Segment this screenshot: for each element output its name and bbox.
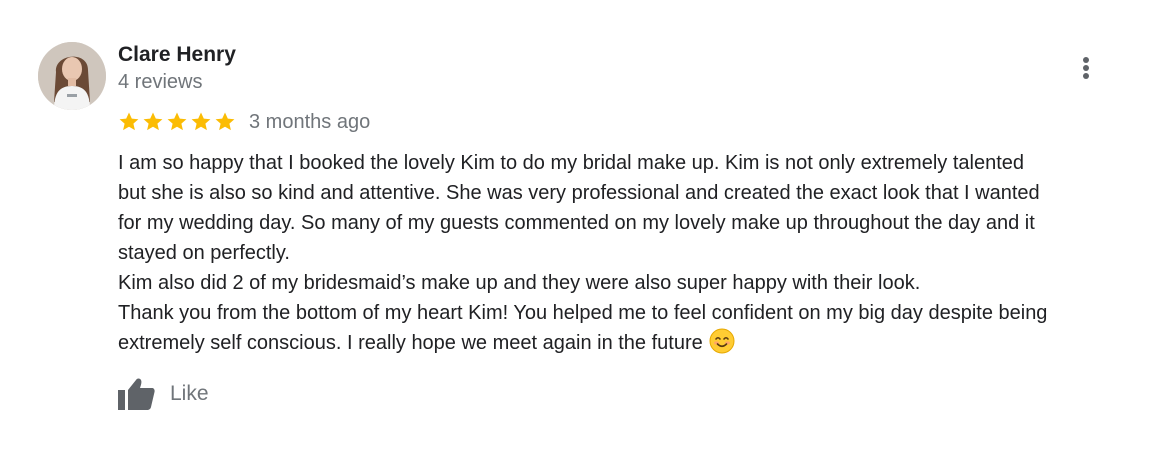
more-vertical-icon [1083,57,1089,63]
review-text-line: I am so happy that I booked the lovely K… [118,152,1025,174]
star-icon [141,110,165,134]
more-vertical-icon-dot [1083,65,1089,71]
review-text-line: Thank you from the bottom of my heart Ki… [118,302,1048,324]
review-text-last-line: extremely self conscious. I really hope … [118,328,1148,358]
star-icon [213,110,237,134]
like-label: Like [170,382,209,405]
star-rating [117,110,237,134]
smiling-face-emoji [709,328,735,354]
star-icon [165,110,189,134]
more-options-button[interactable] [1068,50,1104,86]
review-text-line: stayed on perfectly. [118,242,290,264]
review-card: Clare Henry 4 reviews 3 months ago I am … [0,0,1166,452]
author-review-count[interactable]: 4 reviews [118,70,202,94]
review-text: I am so happy that I booked the lovely K… [118,148,1148,358]
review-text-line: for my wedding day. So many of my guests… [118,212,1035,234]
review-date: 3 months ago [249,111,371,133]
review-text-line: Kim also did 2 of my bridesmaid’s make u… [118,272,921,294]
thumbs-up-icon [116,376,156,412]
rating-row: 3 months ago [117,108,370,136]
author-name[interactable]: Clare Henry [118,42,236,68]
star-icon [117,110,141,134]
avatar[interactable] [38,42,106,110]
like-button[interactable]: Like [116,374,209,414]
star-icon [189,110,213,134]
more-vertical-icon-dot [1083,73,1089,79]
review-text-line: but she is also so kind and attentive. S… [118,182,1040,204]
review-text-line: extremely self conscious. I really hope … [118,332,703,354]
avatar-image [38,42,106,110]
